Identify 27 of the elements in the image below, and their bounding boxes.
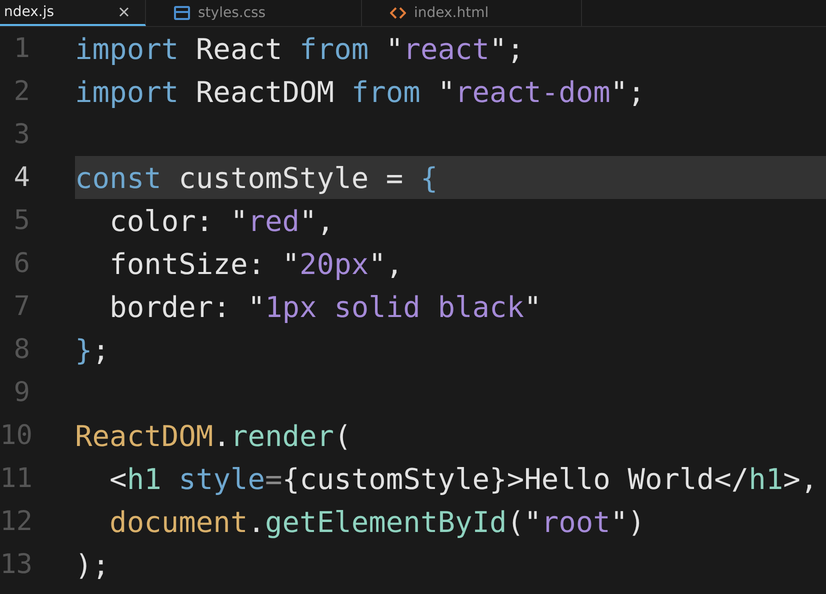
line-number: 7 <box>12 291 30 322</box>
line-number: 4 <box>12 162 30 193</box>
line-number: 6 <box>12 248 30 279</box>
line-number: 3 <box>12 119 30 150</box>
code-line: import React from "react"; <box>75 30 526 68</box>
line-number: 1 <box>12 33 30 64</box>
line-number: 13 <box>0 549 30 580</box>
line-number: 9 <box>12 377 30 408</box>
code-line: <h1 style={customStyle}>Hello World</h1>, <box>108 460 819 498</box>
line-number: 11 <box>0 463 30 494</box>
line-number: 10 <box>0 420 30 451</box>
code-line: color: "red", <box>108 202 336 240</box>
code-line: }; <box>75 332 111 368</box>
code-line: ); <box>75 546 111 584</box>
code-line: fontSize: "20px", <box>108 246 404 282</box>
line-number: 12 <box>0 506 30 537</box>
code-line: import ReactDOM from "react-dom"; <box>75 74 646 110</box>
close-icon[interactable] <box>119 7 129 17</box>
code-line: ReactDOM.render( <box>75 418 352 454</box>
line-number: 2 <box>12 76 30 107</box>
code-brackets-icon <box>390 6 406 20</box>
line-number: 5 <box>12 205 30 236</box>
code-line: document.getElementById("root") <box>108 504 646 540</box>
line-number: 8 <box>12 334 30 365</box>
file-icon <box>174 6 190 20</box>
code-line: border: "1px solid black" <box>108 288 542 326</box>
editor-tab[interactable]: ndex.js <box>0 0 146 26</box>
